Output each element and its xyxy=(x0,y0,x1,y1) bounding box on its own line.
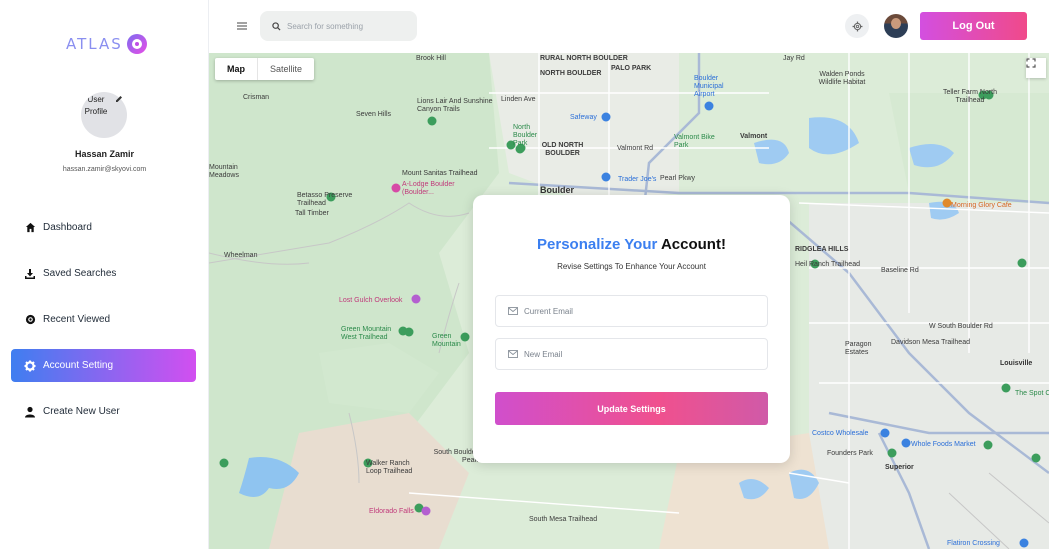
current-email-field xyxy=(495,295,768,327)
map-type-satellite-button[interactable]: Satellite xyxy=(258,58,314,80)
map-label: PALO PARK xyxy=(611,65,652,72)
map-label: Betasso Preserve Trailhead xyxy=(297,192,353,207)
search-icon xyxy=(272,21,281,31)
map-label: Jay Rd xyxy=(783,55,805,62)
sidebar-item-label: Dashboard xyxy=(43,222,92,233)
user-icon xyxy=(23,405,37,419)
map-label: Whole Foods Market xyxy=(911,441,976,448)
card-title-rest: Account! xyxy=(660,236,726,253)
sidebar: ATLAS User Profile Hassan Zamir hassan.z… xyxy=(0,0,209,549)
map-type-toggle: Map Satellite xyxy=(215,58,315,80)
sidebar-item-saved-searches[interactable]: Saved Searches xyxy=(11,257,196,290)
map-label: Valmont Bike Park xyxy=(674,134,715,149)
map-label: Seven Hills xyxy=(356,111,392,118)
map-label: Costco Wholesale xyxy=(812,430,869,437)
settings-gear-icon xyxy=(852,21,862,31)
map-label: A-Lodge Boulder (Boulder... xyxy=(402,181,455,196)
map-label: Heil Ranch Trailhead xyxy=(795,261,860,268)
search-bar xyxy=(260,11,417,41)
sidebar-item-account-setting[interactable]: Account Setting xyxy=(11,349,196,382)
eye-icon xyxy=(23,313,37,327)
map-label: Linden Ave xyxy=(501,96,536,103)
map-type-map-button[interactable]: Map xyxy=(215,58,258,80)
card-subtitle: Revise Settings To Enhance Your Account xyxy=(557,262,706,271)
map-label: South Mesa Trailhead xyxy=(529,516,598,523)
map-label: Safeway xyxy=(570,114,597,121)
sidebar-item-label: Saved Searches xyxy=(43,268,117,279)
logout-button[interactable]: Log Out xyxy=(920,12,1027,40)
settings-button[interactable] xyxy=(845,14,869,38)
gear-icon xyxy=(23,359,37,373)
mail-icon xyxy=(508,350,518,358)
top-bar: Log Out xyxy=(209,0,1049,53)
map-label: Tall Timber xyxy=(295,210,329,217)
profile-picture-alt: User Profile xyxy=(84,95,108,116)
card-title-highlight: Personalize Your xyxy=(537,236,658,253)
map-label: Walker Ranch Loop Trailhead xyxy=(366,460,413,475)
map-label: Davidson Mesa Trailhead xyxy=(891,339,970,346)
brand-logo[interactable]: ATLAS xyxy=(66,34,147,54)
map-label: Lions Lair And Sunshine Canyon Trails xyxy=(417,98,493,113)
map-label: Trader Joe's xyxy=(618,176,657,183)
mail-icon xyxy=(508,307,518,315)
map-label: South Boulder Peak xyxy=(433,449,478,464)
sidebar-nav: Dashboard Saved Searches Recent Viewed A… xyxy=(11,211,196,441)
map-label: Teller Farm North Trailhead xyxy=(942,89,998,104)
card-title: Personalize Your Account! xyxy=(473,236,790,253)
map-label: Green Mountain xyxy=(432,333,461,348)
new-email-field xyxy=(495,338,768,370)
map-label: Brook Hill xyxy=(416,55,446,62)
download-icon xyxy=(23,267,37,281)
map-label: Walden Ponds Wildlife Habitat xyxy=(818,71,866,86)
map-label: Baseline Rd xyxy=(881,267,919,274)
map-label: Wheelman xyxy=(224,252,258,259)
map-label: The Spot Clim xyxy=(1015,390,1049,397)
sidebar-item-create-new-user[interactable]: Create New User xyxy=(11,395,196,428)
map-label: Boulder xyxy=(540,185,575,195)
map-label: Pearl Pkwy xyxy=(660,175,696,182)
user-avatar[interactable] xyxy=(884,14,908,38)
search-input[interactable] xyxy=(287,21,407,31)
map-label: Louisville xyxy=(1000,360,1033,367)
map-label: NORTH BOULDER xyxy=(540,70,602,77)
map-label: Lost Gulch Overlook xyxy=(339,297,403,304)
sidebar-item-recent-viewed[interactable]: Recent Viewed xyxy=(11,303,196,336)
sidebar-item-dashboard[interactable]: Dashboard xyxy=(11,211,196,244)
sidebar-item-label: Create New User xyxy=(43,406,120,417)
new-email-input[interactable] xyxy=(524,349,744,359)
map-label: W South Boulder Rd xyxy=(929,323,993,330)
map-label: RURAL NORTH BOULDER xyxy=(540,55,628,62)
edit-pencil-icon[interactable] xyxy=(114,94,124,104)
user-email: hassan.zamir@skyovi.com xyxy=(62,166,147,173)
fullscreen-icon xyxy=(1026,58,1036,68)
map-label: Valmont xyxy=(740,133,768,140)
map-label: Mount Sanitas Trailhead xyxy=(402,170,478,177)
map-label: OLD NORTH BOULDER xyxy=(541,142,584,157)
home-icon xyxy=(23,221,37,235)
map-label: Crisman xyxy=(243,94,270,101)
account-settings-card: Personalize Your Account! Revise Setting… xyxy=(473,195,790,463)
map-label: Superior xyxy=(885,464,914,471)
sidebar-item-label: Account Setting xyxy=(43,360,114,371)
map-label: Flatiron Crossing xyxy=(947,540,1000,547)
user-name: Hassan Zamir xyxy=(74,149,135,159)
brand-name: ATLAS xyxy=(66,35,123,53)
map-label: Eldorado Falls xyxy=(369,508,414,515)
hamburger-menu-icon[interactable] xyxy=(236,20,248,32)
sidebar-item-label: Recent Viewed xyxy=(43,314,111,325)
map-label: Green Mountain West Trailhead xyxy=(341,326,392,341)
map-label: Morning Glory Cafe xyxy=(951,202,1012,209)
map-label: Boulder Municipal Airport xyxy=(694,75,724,98)
map-label: RIDGLEA HILLS xyxy=(795,246,849,253)
map-label: Paragon Estates xyxy=(845,341,872,356)
map-label: Founders Park xyxy=(827,450,873,457)
update-settings-button[interactable]: Update Settings xyxy=(495,392,768,425)
map-label: Valmont Rd xyxy=(617,145,654,152)
fullscreen-button[interactable] xyxy=(1026,58,1046,78)
current-email-input[interactable] xyxy=(524,306,744,316)
map-label: Mountain Meadows xyxy=(209,164,239,179)
logo-chat-icon xyxy=(126,34,147,54)
